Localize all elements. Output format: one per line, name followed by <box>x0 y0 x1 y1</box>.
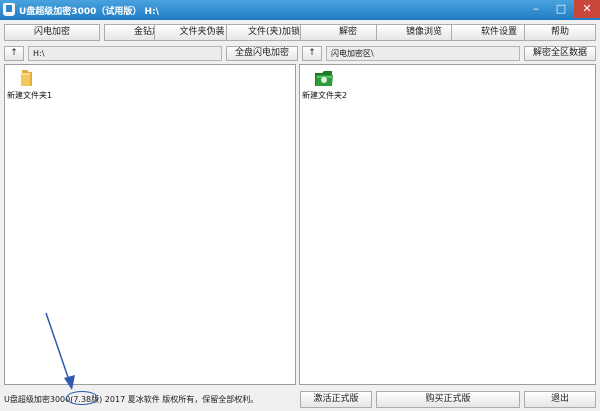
activate-button[interactable]: 激活正式版 <box>300 391 372 408</box>
exit-button[interactable]: 退出 <box>524 391 596 408</box>
title-bar[interactable]: U盘超级加密3000（试用版） H:\ – □ ✕ <box>0 0 600 20</box>
copyright-text: U盘超级加密3000(7.38版) 2017 夏冰软件 版权所有，保留全部权利。 <box>4 395 259 404</box>
encrypted-folder-icon <box>315 71 333 86</box>
version-highlight-circle <box>66 391 98 405</box>
help-button[interactable]: 帮助 <box>524 24 596 41</box>
item-label: 新建文件夹2 <box>302 91 348 100</box>
left-file-panel[interactable]: 新建文件夹1 <box>4 64 296 385</box>
folder-icon <box>21 70 32 86</box>
right-file-panel[interactable]: 新建文件夹2 <box>299 64 596 385</box>
maximize-button[interactable]: □ <box>549 0 573 18</box>
list-item[interactable]: 新建文件夹1 <box>7 68 97 104</box>
usb-drive-icon <box>3 3 15 16</box>
window-title: U盘超级加密3000（试用版） H:\ <box>19 7 159 17</box>
item-label: 新建文件夹1 <box>7 91 53 100</box>
left-path-field[interactable]: H:\ <box>28 46 222 61</box>
decrypt-all-button[interactable]: 解密全区数据 <box>524 46 596 61</box>
encrypt-whole-drive-button[interactable]: 全盘闪电加密 <box>226 46 298 61</box>
flash-encrypt-button[interactable]: 闪电加密 <box>4 24 100 41</box>
buy-button[interactable]: 购买正式版 <box>376 391 520 408</box>
right-path-field[interactable]: 闪电加密区\ <box>326 46 520 61</box>
list-item[interactable]: 新建文件夹2 <box>302 68 392 104</box>
minimize-button[interactable]: – <box>524 0 548 18</box>
app-window: U盘超级加密3000（试用版） H:\ – □ ✕ 闪电加密 金钻加密 文件夹伪… <box>0 0 600 411</box>
left-up-button[interactable]: ↑ <box>4 46 24 61</box>
right-up-button[interactable]: ↑ <box>302 46 322 61</box>
close-button[interactable]: ✕ <box>574 0 600 18</box>
